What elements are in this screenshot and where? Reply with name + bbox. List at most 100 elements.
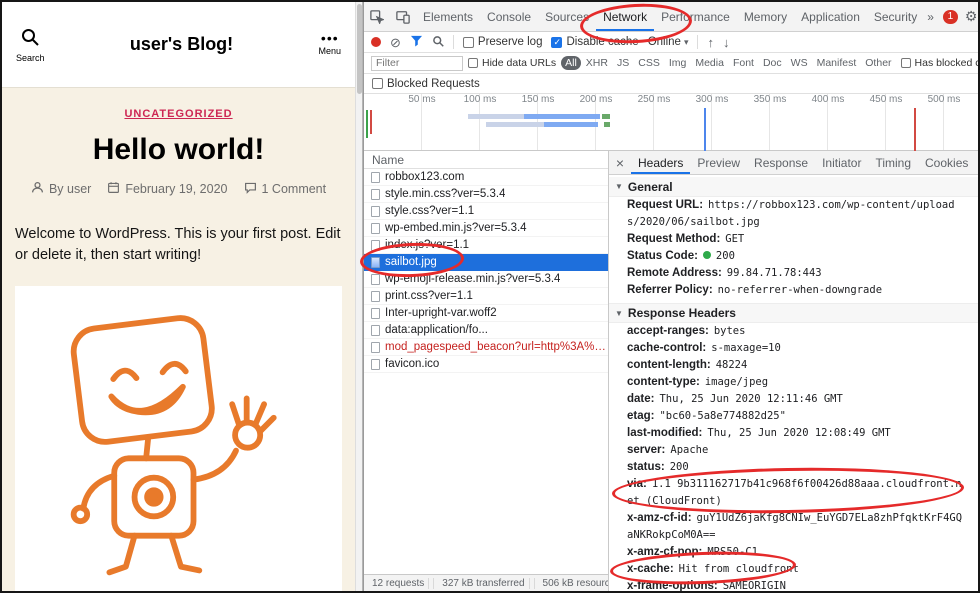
byline-date[interactable]: February 19, 2020 bbox=[107, 181, 227, 197]
header-row: x-frame-options:SAMEORIGIN bbox=[609, 578, 978, 591]
devtools-tab[interactable]: Security bbox=[867, 2, 924, 31]
resource-type-pill[interactable]: WS bbox=[787, 56, 812, 70]
import-har-icon[interactable]: ↑ bbox=[707, 36, 714, 49]
header-key: Status Code: bbox=[627, 250, 698, 262]
close-details-icon[interactable]: × bbox=[609, 151, 631, 174]
resource-type-pill[interactable]: Font bbox=[729, 56, 758, 70]
request-row[interactable]: wp-emoji-release.min.js?ver=5.3.4 bbox=[364, 271, 608, 288]
file-icon bbox=[371, 359, 380, 370]
filter-input[interactable] bbox=[371, 56, 463, 71]
request-row[interactable]: robbox123.com bbox=[364, 169, 608, 186]
hide-data-urls-box bbox=[468, 58, 478, 68]
devtools-tab[interactable]: Memory bbox=[737, 2, 794, 31]
devtools-pane: ElementsConsoleSourcesNetworkPerformance… bbox=[363, 2, 978, 591]
throttling-dropdown[interactable]: Online ▾ bbox=[648, 36, 689, 48]
response-headers-section-title: Response Headers bbox=[628, 306, 736, 320]
device-toolbar-icon[interactable] bbox=[390, 2, 416, 31]
details-tab[interactable]: Timing bbox=[868, 151, 918, 174]
menu-button[interactable]: ••• Menu bbox=[319, 33, 342, 56]
screenshot-root: Search user's Blog! ••• Menu UNCATEGORIZ… bbox=[0, 0, 980, 593]
devtools-tab[interactable]: Application bbox=[794, 2, 867, 31]
throttling-value: Online bbox=[648, 36, 681, 48]
response-headers-section-header[interactable]: ▼ Response Headers bbox=[609, 303, 978, 323]
details-tab[interactable]: Initiator bbox=[815, 151, 868, 174]
blog-site-title[interactable]: user's Blog! bbox=[130, 34, 233, 55]
details-tab[interactable]: Cookies bbox=[918, 151, 975, 174]
record-button[interactable] bbox=[371, 37, 381, 47]
waterfall-marker-green bbox=[366, 110, 368, 138]
settings-gear-icon[interactable]: ⚙ bbox=[965, 8, 978, 25]
search-button[interactable]: Search bbox=[16, 27, 45, 63]
blocked-requests-checkbox[interactable]: Blocked Requests bbox=[372, 78, 480, 90]
resource-type-pill[interactable]: CSS bbox=[634, 56, 664, 70]
request-row[interactable]: mod_pagespeed_beacon?url=http%3A%2F%2Fro… bbox=[364, 339, 608, 356]
preserve-log-box bbox=[463, 37, 474, 48]
more-tabs-icon[interactable]: » bbox=[924, 2, 937, 31]
header-value: 48224 bbox=[716, 359, 748, 371]
has-blocked-cookies-checkbox[interactable]: Has blocked cookies bbox=[901, 57, 978, 69]
byline-comments[interactable]: 1 Comment bbox=[244, 181, 327, 197]
disable-cache-checkbox[interactable]: Disable cache bbox=[551, 36, 638, 48]
header-row: accept-ranges:bytes bbox=[609, 323, 978, 340]
blog-scrollbar[interactable] bbox=[355, 2, 363, 591]
filter-funnel-icon[interactable] bbox=[410, 35, 423, 50]
devtools-tab[interactable]: Elements bbox=[416, 2, 480, 31]
resource-type-pill[interactable]: Media bbox=[691, 56, 728, 70]
request-row[interactable]: style.min.css?ver=5.3.4 bbox=[364, 186, 608, 203]
header-row: Request URL:https://robbox123.com/wp-con… bbox=[609, 197, 978, 231]
post-title[interactable]: Hello world! bbox=[2, 133, 355, 167]
devtools-tab[interactable]: Sources bbox=[538, 2, 596, 31]
details-tab[interactable]: Response bbox=[747, 151, 815, 174]
resource-type-pill[interactable]: All bbox=[561, 56, 581, 70]
export-har-icon[interactable]: ↓ bbox=[723, 36, 730, 49]
request-row[interactable]: wp-embed.min.js?ver=5.3.4 bbox=[364, 220, 608, 237]
clear-icon[interactable]: ⊘ bbox=[390, 36, 401, 49]
waterfall-marker-red bbox=[370, 110, 372, 134]
post-category-link[interactable]: UNCATEGORIZED bbox=[2, 108, 355, 120]
request-row[interactable]: style.css?ver=1.1 bbox=[364, 203, 608, 220]
devtools-tab[interactable]: Network bbox=[596, 2, 654, 31]
preserve-log-checkbox[interactable]: Preserve log bbox=[463, 36, 543, 48]
hide-data-urls-checkbox[interactable]: Hide data URLs bbox=[468, 57, 556, 69]
request-row[interactable]: print.css?ver=1.1 bbox=[364, 288, 608, 305]
devtools-tab[interactable]: Performance bbox=[654, 2, 737, 31]
requests-panel: Name robbox123.com style.min.css?ver=5.3… bbox=[364, 151, 609, 591]
resource-type-pill[interactable]: Img bbox=[665, 56, 691, 70]
timeline-tick: 350 ms bbox=[741, 94, 799, 108]
network-overview-timeline[interactable]: 50 ms100 ms150 ms200 ms250 ms300 ms350 m… bbox=[364, 94, 978, 151]
request-row[interactable]: Inter-upright-var.woff2 bbox=[364, 305, 608, 322]
status-bar-item: 327 kB transferred bbox=[434, 578, 534, 589]
details-tab-strip: HeadersPreviewResponseInitiatorTimingCoo… bbox=[631, 151, 975, 174]
request-name: robbox123.com bbox=[385, 171, 464, 183]
resource-type-pill[interactable]: Doc bbox=[759, 56, 786, 70]
blog-scrollbar-thumb[interactable] bbox=[357, 4, 362, 94]
search-network-icon[interactable] bbox=[432, 35, 444, 50]
details-tab[interactable]: Headers bbox=[631, 151, 690, 174]
header-row: Status Code:200 bbox=[609, 248, 978, 265]
requests-name-column-header[interactable]: Name bbox=[364, 151, 608, 169]
hide-data-urls-label: Hide data URLs bbox=[482, 57, 556, 69]
resource-type-pill[interactable]: Manifest bbox=[813, 56, 861, 70]
resource-type-pill[interactable]: JS bbox=[613, 56, 633, 70]
header-row: x-cache:Hit from cloudfront bbox=[609, 561, 978, 578]
header-value: 99.84.71.78:443 bbox=[727, 267, 822, 279]
resource-type-pill[interactable]: XHR bbox=[582, 56, 612, 70]
header-key: last-modified: bbox=[627, 427, 702, 439]
header-value: Hit from cloudfront bbox=[679, 563, 799, 575]
request-row[interactable]: index.js?ver=1.1 bbox=[364, 237, 608, 254]
details-tab[interactable]: Preview bbox=[690, 151, 747, 174]
request-details-panel: × HeadersPreviewResponseInitiatorTimingC… bbox=[609, 151, 978, 591]
devtools-tab-strip: ElementsConsoleSourcesNetworkPerformance… bbox=[416, 2, 924, 31]
byline-author[interactable]: By user bbox=[31, 181, 91, 197]
header-row: x-amz-cf-pop:MRS50-C1 bbox=[609, 544, 978, 561]
request-row[interactable]: sailbot.jpg bbox=[364, 254, 608, 271]
inspect-element-icon[interactable] bbox=[364, 2, 390, 31]
request-row[interactable]: data:application/fo... bbox=[364, 322, 608, 339]
error-badge[interactable]: 1 bbox=[943, 10, 958, 24]
domcontentloaded-marker bbox=[704, 108, 706, 151]
request-row[interactable]: favicon.ico bbox=[364, 356, 608, 373]
header-key: content-type: bbox=[627, 376, 700, 388]
resource-type-pill[interactable]: Other bbox=[861, 56, 895, 70]
devtools-tab[interactable]: Console bbox=[480, 2, 538, 31]
general-section-header[interactable]: ▼ General bbox=[609, 177, 978, 197]
